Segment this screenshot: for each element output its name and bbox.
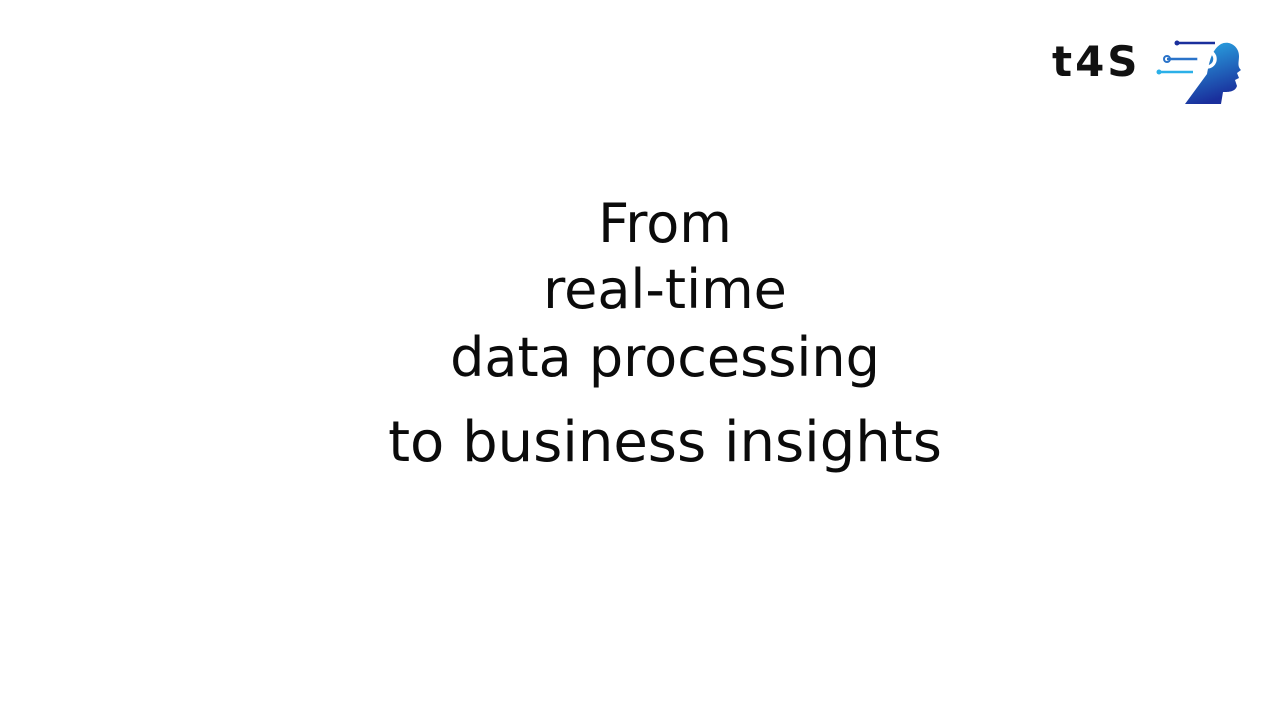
logo-wordmark: t4S: [1052, 37, 1141, 86]
headline-line-4: to business insights: [388, 410, 942, 475]
headline-line-2: real-time: [543, 258, 787, 321]
circuit-head-icon: [1156, 40, 1241, 104]
headline-line-3: data processing: [450, 326, 880, 389]
headline-line-1: From: [598, 192, 732, 255]
t4s-logo: t4S: [1050, 34, 1245, 106]
